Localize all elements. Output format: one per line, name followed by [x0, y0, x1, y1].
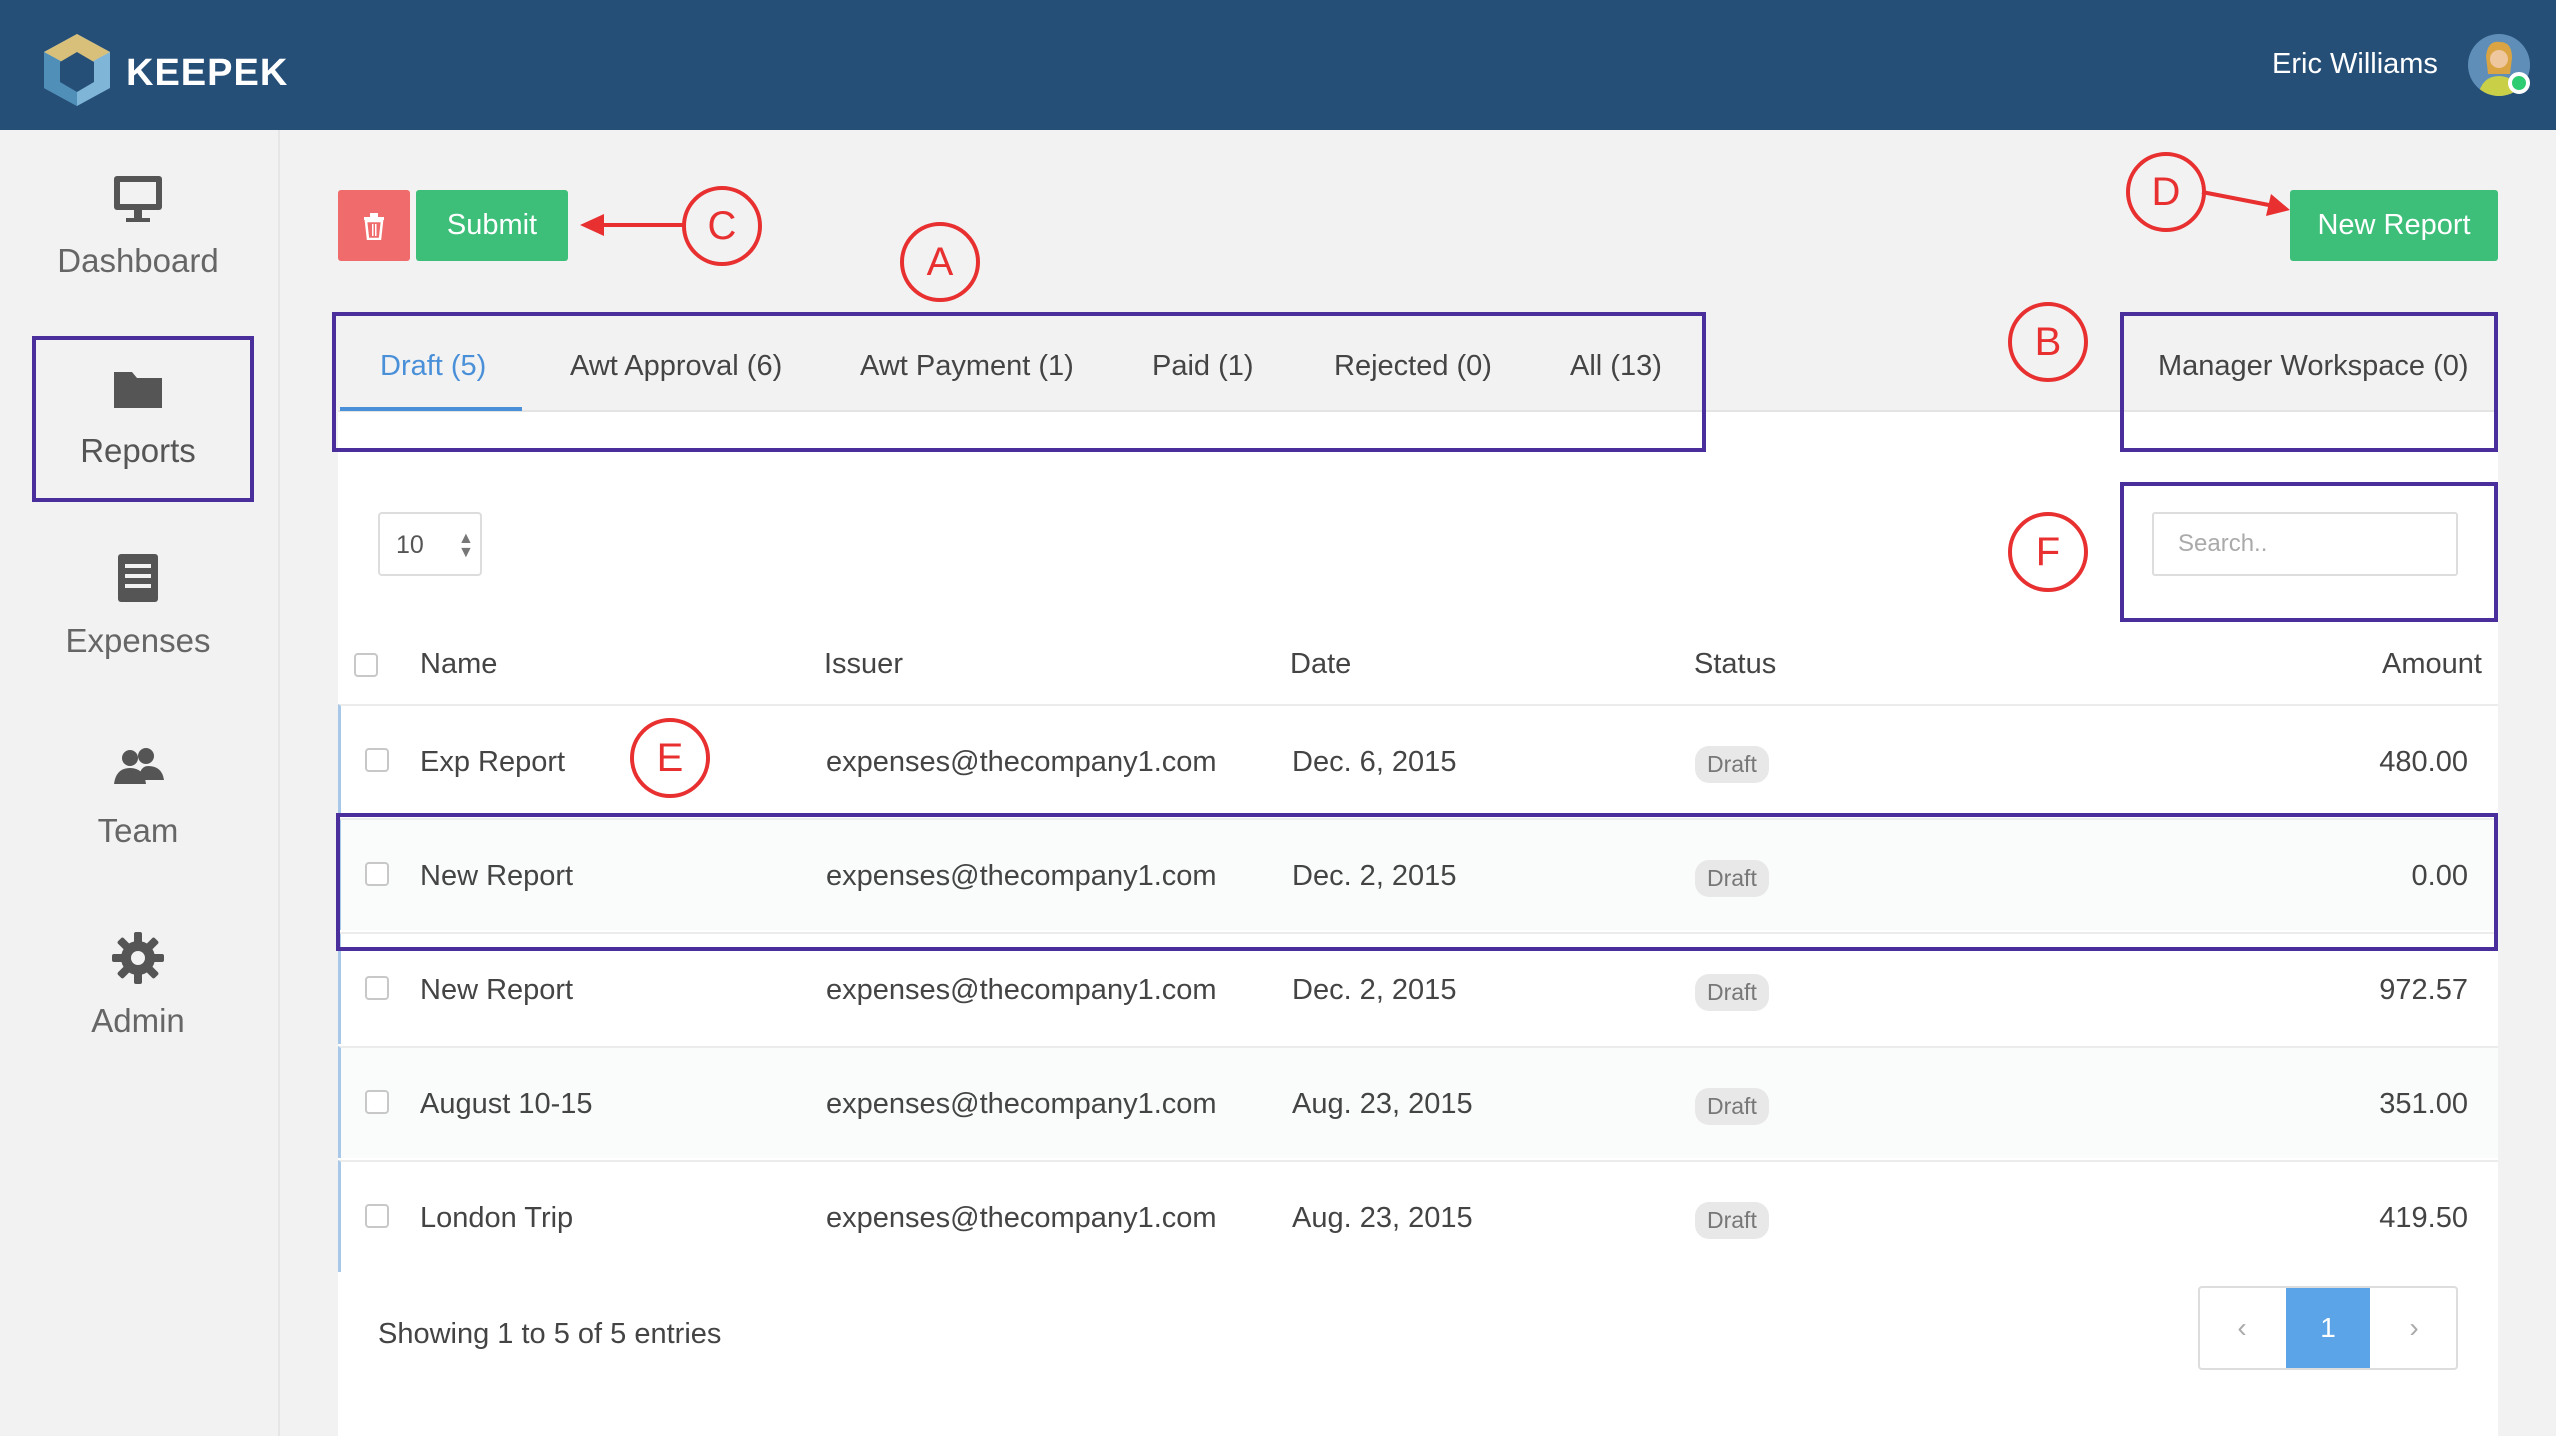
pagination: ‹ 1 ›: [2198, 1286, 2458, 1370]
sidebar-item-expenses[interactable]: Expenses: [0, 510, 276, 680]
row-checkbox[interactable]: [365, 976, 389, 1000]
row-name[interactable]: New Report: [420, 974, 573, 1007]
status-badge: Draft: [1695, 974, 1769, 1011]
chevron-right-icon[interactable]: ›: [2372, 1288, 2456, 1368]
status-badge: Draft: [1695, 1202, 1769, 1239]
row-date: Dec. 2, 2015: [1292, 974, 1457, 1006]
row-issuer: expenses@thecompany1.com: [826, 974, 1217, 1006]
trash-icon: [364, 212, 384, 240]
keepek-logo-icon[interactable]: [42, 32, 112, 108]
column-header-amount[interactable]: Amount: [2382, 648, 2482, 681]
column-header-date[interactable]: Date: [1290, 648, 1351, 681]
row-issuer: expenses@thecompany1.com: [826, 746, 1217, 778]
page-size-select[interactable]: 10 ▲ ▼: [378, 512, 482, 576]
row-issuer: expenses@thecompany1.com: [826, 1202, 1217, 1234]
annotation-label-a: A: [900, 222, 980, 302]
sidebar-item-label: Team: [97, 812, 179, 849]
annotation-arrow-d: [2201, 190, 2290, 216]
row-name[interactable]: August 10-15: [420, 1088, 593, 1121]
annotation-box-reports-nav: [32, 336, 254, 502]
row-issuer: expenses@thecompany1.com: [826, 1088, 1217, 1120]
row-amount: 480.00: [2379, 746, 2468, 778]
annotation-label-c: C: [682, 186, 762, 266]
table-row[interactable]: London Trip expenses@thecompany1.com Aug…: [338, 1160, 2498, 1272]
sidebar-item-admin[interactable]: Admin: [0, 890, 276, 1060]
select-caret-icon: ▲ ▼: [458, 530, 474, 561]
row-amount: 419.50: [2379, 1202, 2468, 1234]
delete-button[interactable]: [338, 190, 410, 261]
annotation-label-b: B: [2008, 302, 2088, 382]
document-icon: [118, 554, 158, 602]
row-amount: 351.00: [2379, 1088, 2468, 1120]
row-date: Aug. 23, 2015: [1292, 1202, 1473, 1234]
row-checkbox[interactable]: [365, 1204, 389, 1228]
row-date: Aug. 23, 2015: [1292, 1088, 1473, 1120]
brand-name: KEEPEK: [126, 52, 289, 94]
annotation-arrow-c: [580, 214, 684, 236]
annotation-label-d: D: [2126, 152, 2206, 232]
row-date: Dec. 6, 2015: [1292, 746, 1457, 778]
sidebar-item-label: Admin: [91, 1002, 185, 1039]
annotation-box-search: [2120, 482, 2498, 622]
sidebar-item-dashboard[interactable]: Dashboard: [0, 130, 276, 300]
table-info: Showing 1 to 5 of 5 entries: [378, 1318, 722, 1350]
row-amount: 972.57: [2379, 974, 2468, 1006]
page-button-1[interactable]: 1: [2286, 1288, 2370, 1368]
column-header-issuer[interactable]: Issuer: [824, 648, 903, 681]
select-all-checkbox[interactable]: [354, 653, 378, 677]
user-name[interactable]: Eric Williams: [2272, 48, 2438, 81]
annotation-label-f: F: [2008, 512, 2088, 592]
row-checkbox[interactable]: [365, 748, 389, 772]
column-header-name[interactable]: Name: [420, 648, 497, 681]
row-name[interactable]: Exp Report: [420, 746, 565, 779]
table-row[interactable]: August 10-15 expenses@thecompany1.com Au…: [338, 1046, 2498, 1158]
monitor-icon: [114, 176, 162, 222]
sidebar-item-team[interactable]: Team: [0, 700, 276, 870]
online-status-dot: [2508, 72, 2530, 94]
chevron-left-icon[interactable]: ‹: [2200, 1288, 2284, 1368]
sidebar: Dashboard Reports Expenses Team Admin: [0, 130, 280, 1436]
status-badge: Draft: [1695, 746, 1769, 783]
gear-icon: [112, 932, 164, 984]
row-name[interactable]: London Trip: [420, 1202, 573, 1235]
top-bar: KEEPEK Eric Williams: [0, 0, 2556, 130]
annotation-box-row: [336, 813, 2498, 951]
row-checkbox[interactable]: [365, 1090, 389, 1114]
annotation-label-e: E: [630, 718, 710, 798]
new-report-button[interactable]: New Report: [2290, 190, 2498, 261]
status-badge: Draft: [1695, 1088, 1769, 1125]
submit-button[interactable]: Submit: [416, 190, 568, 261]
annotation-box-tabs: [332, 312, 1706, 452]
annotation-box-manager: [2120, 312, 2498, 452]
page-size-value: 10: [396, 531, 424, 559]
sidebar-item-label: Expenses: [65, 622, 211, 659]
sidebar-item-label: Dashboard: [57, 242, 219, 279]
column-header-status[interactable]: Status: [1694, 648, 1776, 681]
team-icon: [114, 748, 164, 784]
